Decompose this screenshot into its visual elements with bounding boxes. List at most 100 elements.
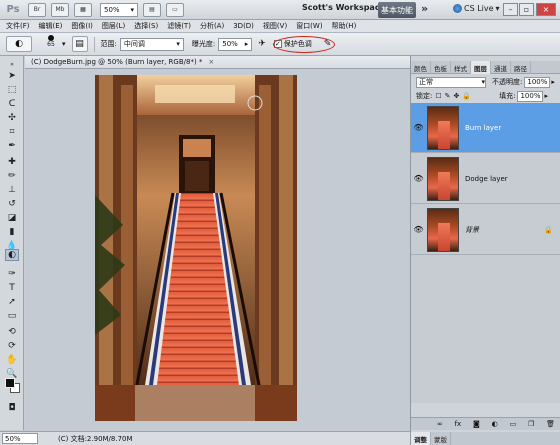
fx-icon[interactable]: fx bbox=[455, 420, 462, 428]
layer-row-burn[interactable]: 👁 Burn layer bbox=[411, 103, 560, 153]
arrange-documents-button[interactable]: ▤ bbox=[143, 2, 161, 17]
tab-swatches[interactable]: 色板 bbox=[431, 61, 451, 74]
adjustment-icon[interactable]: ◐ bbox=[492, 420, 498, 428]
layer-row-background[interactable]: 👁 背景 🔒 bbox=[411, 205, 560, 255]
mask-icon[interactable]: ◙ bbox=[473, 420, 480, 428]
maximize-button[interactable]: ▫ bbox=[519, 3, 534, 16]
link-icon[interactable]: ∞ bbox=[437, 420, 443, 428]
close-app-button[interactable]: × bbox=[536, 3, 556, 16]
3d-orbit-tool-icon[interactable]: ⟳ bbox=[5, 340, 19, 352]
clone-stamp-tool-icon[interactable]: ⊥ bbox=[5, 184, 19, 196]
menu-file[interactable]: 文件(F) bbox=[6, 21, 30, 31]
lock-transparent-icon[interactable]: ☐ bbox=[435, 92, 441, 100]
cs-live-menu[interactable]: CS Live ▾ bbox=[453, 4, 500, 13]
lock-position-icon[interactable]: ✥ bbox=[454, 92, 460, 100]
brush-preset-picker[interactable]: 65 bbox=[40, 35, 62, 53]
layer-row-dodge[interactable]: 👁 Dodge layer bbox=[411, 154, 560, 204]
bottom-panel-tabs: 调整 蒙版 bbox=[411, 432, 560, 445]
crop-tool-icon[interactable]: ⌗ bbox=[5, 126, 19, 138]
lock-icon: 🔒 bbox=[544, 225, 553, 234]
minibridge-button[interactable]: Mb bbox=[51, 2, 69, 17]
menu-edit[interactable]: 编辑(E) bbox=[39, 21, 63, 31]
move-tool-icon[interactable]: ➤ bbox=[5, 70, 19, 82]
path-selection-tool-icon[interactable]: ➚ bbox=[5, 296, 19, 308]
dodge-tool-icon[interactable]: ◐ bbox=[5, 249, 19, 261]
tab-color[interactable]: 颜色 bbox=[411, 61, 431, 74]
menu-view[interactable]: 视图(V) bbox=[263, 21, 287, 31]
healing-brush-tool-icon[interactable]: ✚ bbox=[5, 156, 19, 168]
trash-icon[interactable]: 🗑 bbox=[546, 420, 555, 428]
lock-image-icon[interactable]: ✎ bbox=[445, 92, 451, 100]
eye-icon[interactable]: 👁 bbox=[411, 123, 426, 132]
shape-tool-icon[interactable]: ▭ bbox=[5, 310, 19, 322]
quick-mask-icon[interactable]: ◘ bbox=[5, 402, 19, 414]
dodge-tool-icon: ◐ bbox=[15, 39, 23, 49]
brush-panel-toggle[interactable]: ▤ bbox=[71, 36, 88, 52]
exposure-input[interactable]: 50% ▸ bbox=[218, 37, 253, 51]
workspace-name: Scott's Workspace bbox=[302, 3, 385, 12]
blend-mode-value: 正常 bbox=[419, 78, 433, 86]
close-document-icon[interactable]: × bbox=[208, 58, 214, 66]
eraser-tool-icon[interactable]: ◪ bbox=[5, 212, 19, 224]
menu-select[interactable]: 选择(S) bbox=[134, 21, 158, 31]
tool-preset-picker[interactable]: ◐ bbox=[6, 36, 32, 52]
lock-all-icon[interactable]: 🔒 bbox=[462, 92, 471, 100]
chevron-down-icon: ▾ bbox=[481, 78, 485, 86]
collapse-panel-icon[interactable]: » bbox=[5, 58, 19, 70]
quick-selection-tool-icon[interactable]: ✣ bbox=[5, 112, 19, 124]
new-layer-icon[interactable]: ❐ bbox=[528, 420, 534, 428]
workspace-essentials-button[interactable]: 基本功能 bbox=[378, 2, 416, 18]
menu-layer[interactable]: 图层(L) bbox=[102, 21, 125, 31]
menu-help[interactable]: 帮助(H) bbox=[332, 21, 357, 31]
tab-layers[interactable]: 图层 bbox=[471, 61, 491, 74]
more-workspaces-icon[interactable]: » bbox=[421, 2, 428, 15]
tab-paths[interactable]: 路径 bbox=[511, 61, 531, 74]
type-tool-icon[interactable]: T bbox=[5, 282, 19, 294]
3d-rotate-tool-icon[interactable]: ⟲ bbox=[5, 326, 19, 338]
status-bar: 50% (C) 文档:2.90M/8.70M bbox=[0, 431, 410, 445]
layer-thumbnail bbox=[427, 207, 459, 252]
menu-filter[interactable]: 滤镜(T) bbox=[167, 21, 191, 31]
document-size-info[interactable]: (C) 文档:2.90M/8.70M bbox=[58, 434, 133, 444]
hand-tool-icon[interactable]: ✋ bbox=[5, 354, 19, 366]
fill-label: 填充: bbox=[499, 92, 516, 100]
opacity-input[interactable]: 100% bbox=[524, 76, 551, 88]
fill-input[interactable]: 100% bbox=[517, 90, 544, 102]
bridge-button[interactable]: Br bbox=[28, 2, 46, 17]
blend-mode-dropdown[interactable]: 正常 ▾ bbox=[416, 76, 486, 88]
menu-3d[interactable]: 3D(D) bbox=[233, 22, 254, 30]
separator bbox=[93, 36, 95, 52]
group-icon[interactable]: ▭ bbox=[510, 420, 517, 428]
zoom-level-dropdown[interactable]: 50% ▾ bbox=[100, 2, 138, 17]
range-dropdown[interactable]: 中间调 ▾ bbox=[119, 37, 184, 51]
tab-channels[interactable]: 通道 bbox=[491, 61, 511, 74]
eye-icon[interactable]: 👁 bbox=[411, 174, 426, 183]
chevron-right-icon[interactable]: ▸ bbox=[551, 78, 555, 86]
chevron-down-icon[interactable]: ▾ bbox=[62, 40, 66, 48]
menu-window[interactable]: 窗口(W) bbox=[296, 21, 322, 31]
minimize-button[interactable]: – bbox=[503, 3, 518, 16]
gradient-tool-icon[interactable]: ▮ bbox=[5, 226, 19, 238]
staircase-photo[interactable] bbox=[95, 75, 297, 421]
marquee-tool-icon[interactable]: ⬚ bbox=[5, 84, 19, 96]
menu-image[interactable]: 图像(I) bbox=[71, 21, 93, 31]
brush-tool-icon[interactable]: ✏ bbox=[5, 170, 19, 182]
status-zoom-field[interactable]: 50% bbox=[2, 433, 38, 444]
document-tab[interactable]: (C) DodgeBurn.jpg @ 50% (Burn layer, RGB… bbox=[25, 56, 410, 69]
chevron-right-icon[interactable]: ▸ bbox=[544, 92, 548, 100]
pen-tool-icon[interactable]: ✑ bbox=[5, 268, 19, 280]
tab-masks[interactable]: 蒙版 bbox=[431, 432, 451, 445]
layers-footer: ∞ fx ◙ ◐ ▭ ❐ 🗑 bbox=[411, 417, 560, 430]
tab-styles[interactable]: 样式 bbox=[451, 61, 471, 74]
menu-analysis[interactable]: 分析(A) bbox=[200, 21, 224, 31]
screen-mode-button[interactable]: ▭ bbox=[166, 2, 184, 17]
airbrush-icon[interactable]: ✈ bbox=[258, 39, 266, 49]
eyedropper-tool-icon[interactable]: ✒ bbox=[5, 140, 19, 152]
eye-icon[interactable]: 👁 bbox=[411, 225, 426, 234]
view-extras-button[interactable]: ▦ bbox=[74, 2, 92, 17]
canvas-area[interactable] bbox=[25, 69, 410, 431]
foreground-color-swatch[interactable] bbox=[5, 378, 15, 388]
history-brush-tool-icon[interactable]: ↺ bbox=[5, 198, 19, 210]
lasso-tool-icon[interactable]: ᑕ bbox=[5, 98, 19, 110]
tab-adjustments[interactable]: 调整 bbox=[411, 432, 431, 445]
